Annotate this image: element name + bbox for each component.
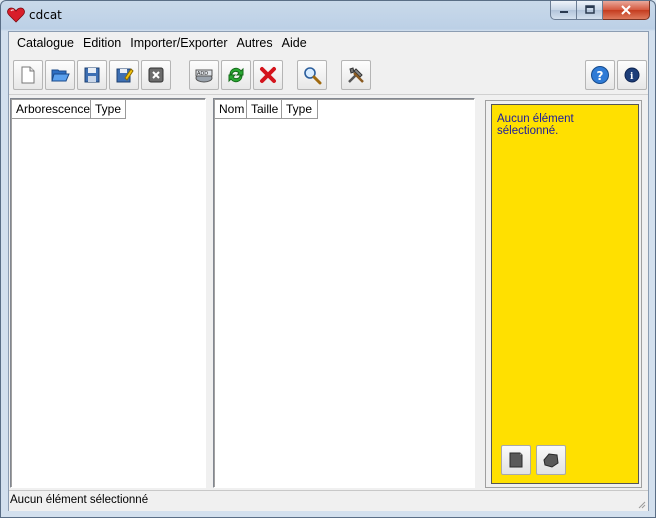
svg-text:ADD: ADD: [197, 71, 208, 77]
tag-icon: [543, 453, 559, 468]
column-header-taille[interactable]: Taille: [247, 100, 282, 119]
status-bar: Aucun élément sélectionné: [9, 490, 648, 511]
open-catalog-button[interactable]: [45, 60, 75, 90]
minimize-button[interactable]: [550, 1, 577, 20]
splitter-right[interactable]: [477, 98, 481, 486]
menu-import-export[interactable]: Importer/Exporter: [126, 36, 231, 50]
file-list-header: Nom Taille Type: [215, 100, 318, 119]
close-catalog-icon: [148, 67, 164, 83]
save-as-icon: [116, 68, 134, 83]
add-media-button[interactable]: ADD: [189, 60, 219, 90]
new-document-icon: [21, 66, 35, 84]
about-info-icon: i: [624, 67, 640, 83]
column-header-type[interactable]: Type: [91, 100, 126, 119]
title-bar[interactable]: cdcat: [1, 1, 655, 31]
save-as-button[interactable]: [109, 60, 139, 90]
help-button[interactable]: ?: [585, 60, 615, 90]
menu-edition[interactable]: Edition: [79, 36, 125, 50]
menu-catalogue[interactable]: Catalogue: [13, 36, 78, 50]
save-catalog-button[interactable]: [77, 60, 107, 90]
caption-buttons: [550, 1, 650, 21]
toolbar: ADD ? i: [9, 56, 648, 96]
column-header-nom[interactable]: Nom: [215, 100, 247, 119]
menu-aide[interactable]: Aide: [278, 36, 311, 50]
status-text: Aucun élément sélectionné: [10, 494, 149, 506]
client-area: Catalogue Edition Importer/Exporter Autr…: [8, 31, 649, 511]
tree-panel-header: Arborescence Type: [12, 100, 126, 119]
window-title: cdcat: [29, 8, 62, 22]
add-media-icon: ADD: [195, 69, 213, 83]
menu-autres[interactable]: Autres: [233, 36, 277, 50]
new-catalog-button[interactable]: [13, 60, 43, 90]
comment-button[interactable]: [501, 445, 531, 475]
delete-button[interactable]: [253, 60, 283, 90]
column-header-type[interactable]: Type: [282, 100, 318, 119]
tree-panel[interactable]: Arborescence Type: [10, 98, 206, 488]
settings-tools-icon: [348, 67, 364, 83]
info-text: Aucun élément sélectionné.: [497, 113, 574, 137]
minimize-icon: [559, 11, 568, 13]
file-list-panel[interactable]: Nom Taille Type: [213, 98, 475, 488]
save-icon: [84, 67, 100, 83]
svg-text:?: ?: [597, 69, 604, 83]
svg-text:i: i: [630, 72, 634, 82]
heart-app-icon: [7, 7, 25, 23]
column-header-arborescence[interactable]: Arborescence: [12, 100, 91, 119]
splitter-left[interactable]: [207, 98, 211, 486]
about-button[interactable]: i: [617, 60, 647, 90]
note-icon: [509, 452, 523, 468]
maximize-icon: [584, 5, 595, 14]
resize-grip-icon[interactable]: [636, 499, 646, 509]
close-catalog-button[interactable]: [141, 60, 171, 90]
rescan-button[interactable]: [221, 60, 251, 90]
help-icon: ?: [591, 66, 609, 84]
maximize-button[interactable]: [577, 1, 603, 20]
delete-icon: [260, 67, 276, 83]
search-button[interactable]: [297, 60, 327, 90]
app-window: cdcat Catalogue Edition Importer/Exporte…: [0, 0, 656, 518]
open-folder-icon: [51, 69, 70, 82]
search-icon: [304, 67, 322, 85]
close-button[interactable]: [603, 1, 650, 20]
info-panel: Aucun élément sélectionné.: [491, 104, 639, 484]
category-button[interactable]: [536, 445, 566, 475]
close-icon: [621, 5, 631, 15]
toolbar-divider: [9, 94, 648, 95]
rescan-icon: [228, 67, 244, 83]
settings-button[interactable]: [341, 60, 371, 90]
menu-bar: Catalogue Edition Importer/Exporter Autr…: [9, 32, 648, 54]
